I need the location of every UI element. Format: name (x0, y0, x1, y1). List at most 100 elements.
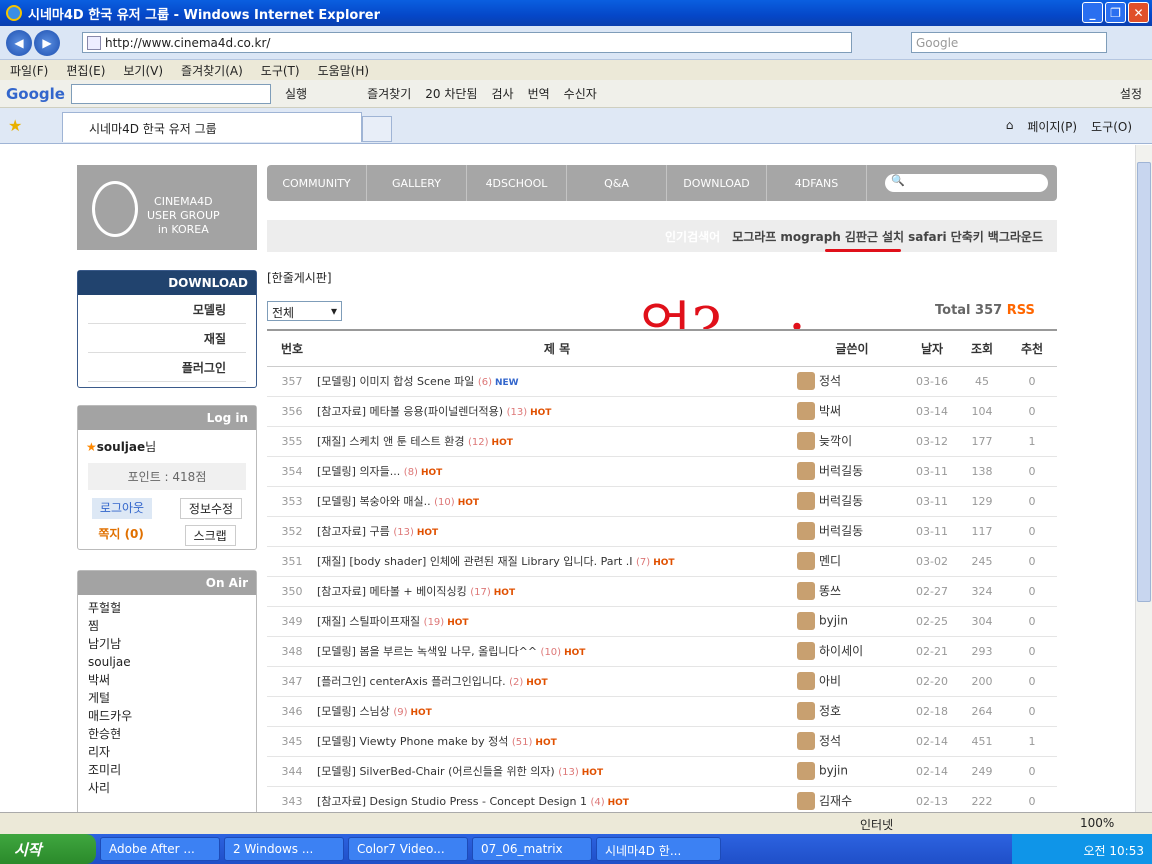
popular-keyword[interactable]: 백그라운드 (988, 230, 1043, 244)
send-to-button[interactable]: 수신자 (564, 85, 597, 102)
onair-user[interactable]: souljae (88, 653, 246, 671)
popup-blocked-button[interactable]: 20 차단됨 (425, 85, 477, 102)
author-cell[interactable]: 하이세이 (797, 636, 907, 667)
author-name[interactable]: 버럭길동 (819, 494, 863, 508)
author-name[interactable]: 정석 (819, 734, 841, 748)
table-row[interactable]: 346 [모델링] 스님상 (9) HOT 정호 02-18 264 0 (267, 696, 1057, 727)
author-name[interactable]: 똥쓰 (819, 584, 841, 598)
nav-item[interactable]: Q&A (567, 165, 667, 201)
post-title-cell[interactable]: [플러그인] centerAxis 플러그인입니다. (2) HOT (317, 666, 797, 697)
google-search-box[interactable] (70, 83, 271, 104)
author-cell[interactable]: 똥쓰 (797, 576, 907, 607)
popular-keyword[interactable]: 설치 (882, 230, 904, 244)
table-row[interactable]: 353 [모델링] 복숭아와 매실.. (10) HOT 버럭길동 03-11 129 0 (267, 486, 1057, 517)
post-title[interactable]: [재질] [body shader] 인체에 관련된 재질 Library 입니… (317, 555, 633, 568)
post-title-cell[interactable]: [참고자료] 메타볼 + 베이직싱킹 (17) HOT (317, 576, 797, 607)
nav-item[interactable]: DOWNLOAD (667, 165, 767, 201)
author-name[interactable]: 버럭길동 (819, 524, 863, 538)
author-name[interactable]: 정석 (819, 374, 841, 388)
post-title[interactable]: [모델링] 봄을 부르는 녹색잎 나무, 올립니다^^ (317, 645, 537, 658)
forward-button[interactable]: ▶ (34, 30, 60, 56)
favorites-button[interactable]: 즐겨찾기 (367, 85, 411, 102)
taskbar-item[interactable]: 2 Windows ... (224, 837, 344, 861)
tab-active[interactable]: 시네마4D 한국 유저 그룹 (62, 112, 362, 142)
site-search-input[interactable]: 🔍 (885, 174, 1048, 192)
minimize-button[interactable]: _ (1082, 2, 1103, 23)
table-row[interactable]: 352 [참고자료] 구름 (13) HOT 버럭길동 03-11 117 0 (267, 516, 1057, 547)
table-row[interactable]: 347 [플러그인] centerAxis 플러그인입니다. (2) HOT 아비 02… (267, 666, 1057, 697)
taskbar-item[interactable]: 시네마4D 한... (596, 837, 721, 861)
menu-item[interactable]: 파일(F) (10, 62, 48, 79)
post-title-cell[interactable]: [참고자료] 메타볼 응용(파이널렌더적용) (13) HOT (317, 396, 797, 427)
popular-keyword[interactable]: 모그라프 (732, 230, 776, 244)
taskbar-item[interactable]: Color7 Video... (348, 837, 468, 861)
menu-item[interactable]: 보기(V) (123, 62, 163, 79)
onair-user[interactable]: 게털 (88, 689, 246, 707)
settings-button[interactable]: 설정 (1120, 85, 1142, 102)
author-cell[interactable]: 멘디 (797, 546, 907, 577)
author-name[interactable]: 늦깍이 (819, 434, 852, 448)
download-item[interactable]: 모델링 (88, 295, 246, 324)
author-cell[interactable]: 정호 (797, 696, 907, 727)
onair-user[interactable]: 매드카우 (88, 707, 246, 725)
taskbar-item[interactable]: Adobe After ... (100, 837, 220, 861)
menu-item[interactable]: 도움말(H) (318, 62, 370, 79)
post-title-cell[interactable]: [재질] 스틸파이프재질 (19) HOT (317, 606, 797, 637)
post-title[interactable]: [모델링] 복숭아와 매실.. (317, 495, 431, 508)
start-button[interactable]: 시작 (0, 834, 96, 864)
post-title[interactable]: [참고자료] 메타볼 응용(파이널렌더적용) (317, 405, 503, 418)
author-name[interactable]: 아비 (819, 674, 841, 688)
search-input[interactable]: Google (911, 32, 1107, 53)
author-name[interactable]: byjin (819, 764, 848, 778)
author-cell[interactable]: byjin (797, 606, 907, 637)
post-title-cell[interactable]: [모델링] SilverBed-Chair (어르신들을 위한 의자) (13)… (317, 756, 797, 787)
author-cell[interactable]: 버럭길동 (797, 516, 907, 547)
scrap-button[interactable]: 스크랩 (184, 525, 236, 546)
restore-button[interactable]: ❐ (1105, 2, 1126, 23)
close-button[interactable]: ✕ (1128, 2, 1149, 23)
popular-keyword[interactable]: mograph (780, 230, 841, 244)
back-button[interactable]: ◀ (6, 30, 32, 56)
author-name[interactable]: 정호 (819, 704, 841, 718)
onair-user[interactable]: 사리 (88, 779, 246, 797)
rss-link[interactable]: RSS (1007, 303, 1035, 318)
nav-item[interactable]: 4DSCHOOL (467, 165, 567, 201)
table-row[interactable]: 349 [재질] 스틸파이프재질 (19) HOT byjin 02-25 304 0 (267, 606, 1057, 637)
translate-button[interactable]: 번역 (528, 85, 550, 102)
post-title-cell[interactable]: [모델링] 의자들... (8) HOT (317, 456, 797, 487)
author-cell[interactable]: 정석 (797, 366, 907, 397)
table-row[interactable]: 351 [재질] [body shader] 인체에 관련된 재질 Library… (267, 546, 1057, 577)
author-cell[interactable]: 정석 (797, 726, 907, 757)
post-title[interactable]: [재질] 스케치 앤 툰 테스트 환경 (317, 435, 465, 448)
author-name[interactable]: 하이세이 (819, 644, 863, 658)
post-title-cell[interactable]: [재질] 스케치 앤 툰 테스트 환경 (12) HOT (317, 426, 797, 457)
table-row[interactable]: 348 [모델링] 봄을 부르는 녹색잎 나무, 올립니다^^ (10) HOT 하이… (267, 636, 1057, 667)
post-title[interactable]: [모델링] 스님상 (317, 705, 390, 718)
taskbar-item[interactable]: 07_06_matrix (472, 837, 592, 861)
post-title[interactable]: [재질] 스틸파이프재질 (317, 615, 420, 628)
author-cell[interactable]: 김재수 (797, 786, 907, 812)
author-cell[interactable]: 버럭길동 (797, 486, 907, 517)
table-row[interactable]: 355 [재질] 스케치 앤 툰 테스트 환경 (12) HOT 늦깍이 03-12 17… (267, 426, 1057, 457)
author-cell[interactable]: 버럭길동 (797, 456, 907, 487)
post-title-cell[interactable]: [모델링] 이미지 합성 Scene 파일 (6) NEW (317, 366, 797, 397)
favorites-star-icon[interactable]: ★ (8, 116, 22, 135)
post-title[interactable]: [참고자료] Design Studio Press - Concept Des… (317, 795, 587, 808)
post-title[interactable]: [모델링] 이미지 합성 Scene 파일 (317, 375, 474, 388)
author-name[interactable]: byjin (819, 614, 848, 628)
post-title[interactable]: [모델링] 의자들... (317, 465, 400, 478)
page-menu[interactable]: 페이지(P) (1027, 118, 1077, 135)
author-cell[interactable]: 박써 (797, 396, 907, 427)
onair-user[interactable]: 찜 (88, 617, 246, 635)
post-title[interactable]: [모델링] SilverBed-Chair (어르신들을 위한 의자) (317, 765, 555, 778)
post-title-cell[interactable]: [참고자료] 구름 (13) HOT (317, 516, 797, 547)
author-name[interactable]: 멘디 (819, 554, 841, 568)
author-cell[interactable]: 아비 (797, 666, 907, 697)
popular-keyword[interactable]: safari (908, 230, 947, 244)
table-row[interactable]: 354 [모델링] 의자들... (8) HOT 버럭길동 03-11 138 0 (267, 456, 1057, 487)
onair-user[interactable]: 남기남 (88, 635, 246, 653)
post-title-cell[interactable]: [모델링] 스님상 (9) HOT (317, 696, 797, 727)
menu-item[interactable]: 도구(T) (261, 62, 300, 79)
onair-user[interactable]: 박써 (88, 671, 246, 689)
popular-keyword[interactable]: 김판근 (845, 230, 878, 244)
